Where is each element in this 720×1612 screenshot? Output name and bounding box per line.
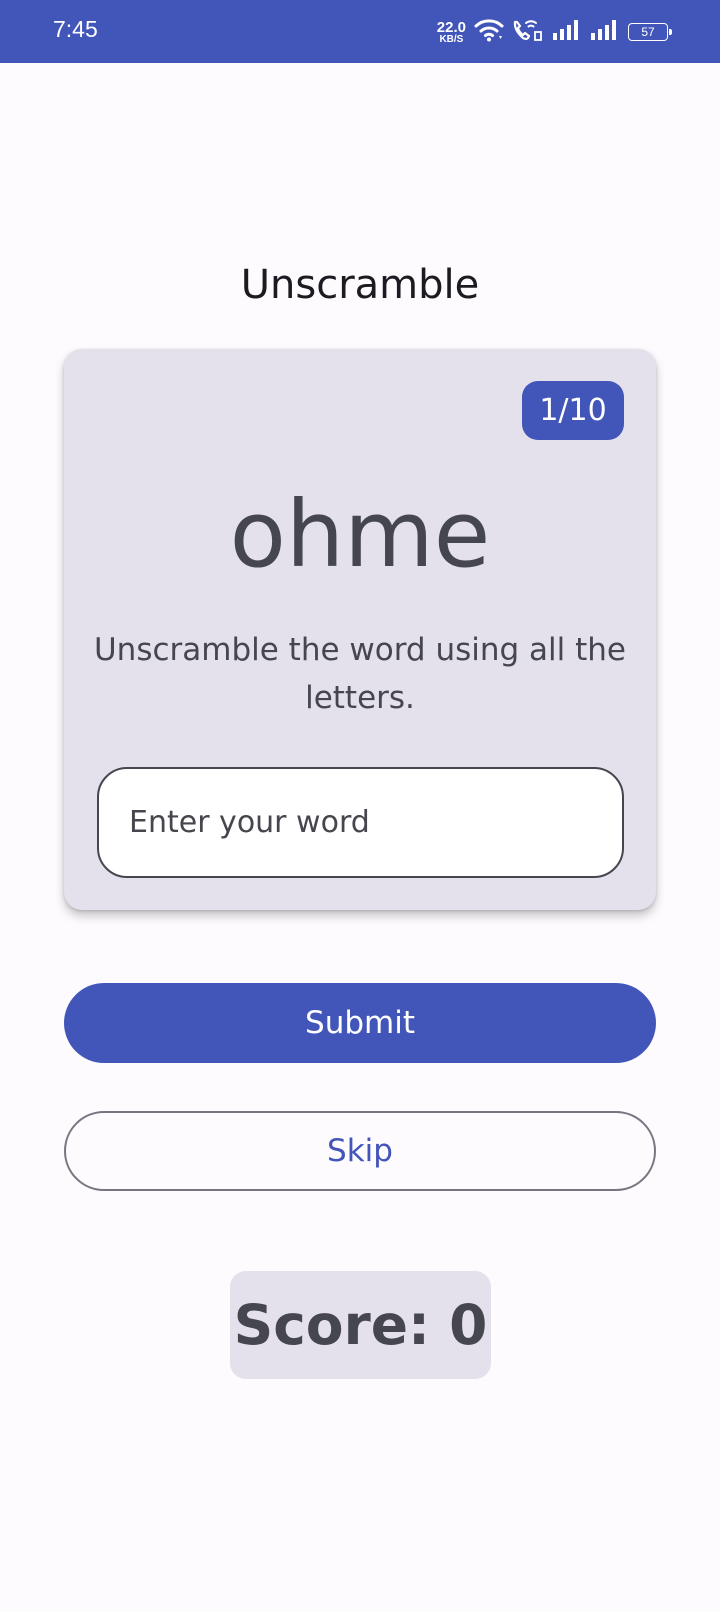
battery-level: 57 [641, 25, 655, 39]
wifi-calling-icon [512, 18, 544, 46]
network-speed-unit: KB/S [439, 33, 464, 45]
page-title: Unscramble [240, 262, 480, 308]
word-input[interactable] [97, 767, 624, 878]
status-time: 7:45 [53, 16, 98, 42]
status-icons: 22.0 KB/S 57 [437, 18, 672, 46]
score-display: Score: 0 [230, 1271, 491, 1379]
network-speed: 22.0 KB/S [437, 20, 466, 45]
instructions-text: Unscramble the word using all the letter… [93, 632, 626, 716]
wifi-icon [474, 18, 504, 46]
submit-button[interactable]: Submit [64, 983, 656, 1063]
scrambled-word: ohme [229, 481, 491, 588]
network-speed-value: 22.0 [436, 18, 466, 36]
status-bar: 7:45 22.0 KB/S 57 [0, 0, 720, 63]
signal-icon [552, 19, 582, 45]
battery-icon: 57 [628, 23, 672, 41]
skip-button[interactable]: Skip [64, 1111, 656, 1191]
word-count-badge: 1/10 [522, 381, 624, 440]
signal-icon [590, 19, 620, 45]
game-card: 1/10 ohme Unscramble the word using all … [64, 349, 656, 910]
